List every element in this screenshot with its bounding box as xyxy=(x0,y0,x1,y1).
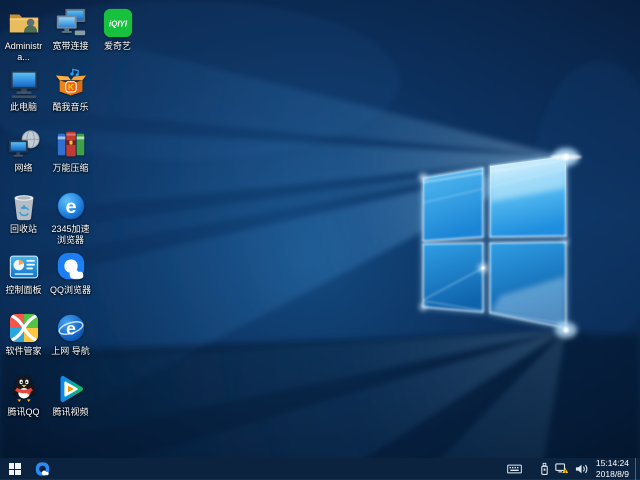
tencent-video-icon xyxy=(54,372,88,406)
recycle-bin-icon xyxy=(7,189,41,223)
show-desktop-button[interactable] xyxy=(635,458,640,480)
desktop-icon-control-panel[interactable]: 控制面板 xyxy=(0,250,47,311)
this-pc-icon xyxy=(7,67,41,101)
volume-icon[interactable] xyxy=(572,458,591,480)
desktop-icon-iqiyi[interactable]: iQIYI 爱奇艺 xyxy=(94,6,141,67)
icon-label: 2345加速浏览器 xyxy=(51,224,90,245)
icon-label: 腾讯视频 xyxy=(52,407,89,417)
icon-label: 爱奇艺 xyxy=(103,41,131,51)
control-panel-icon xyxy=(7,250,41,284)
svg-text:e: e xyxy=(66,319,76,339)
clock-date: 2018/8/9 xyxy=(595,469,629,479)
windows-logo-icon xyxy=(8,463,21,475)
desktop-icon-administrator-folder[interactable]: Administra... xyxy=(0,6,47,67)
desktop-icon-grid: Administra... 此电脑 网络 回收站 控制面板 软件管家 腾讯QQ … xyxy=(0,6,141,433)
system-tray: 15:14:24 2018/8/9 xyxy=(504,458,640,480)
icon-label: 腾讯QQ xyxy=(7,407,40,417)
web-navigation-icon: e xyxy=(54,311,88,345)
icon-label: 宽带连接 xyxy=(52,41,89,51)
iqiyi-icon: iQIYI xyxy=(101,6,135,40)
network-warning-icon[interactable] xyxy=(552,458,572,480)
icon-label: 网络 xyxy=(14,163,33,173)
icon-label: QQ浏览器 xyxy=(49,285,91,295)
icon-label: 控制面板 xyxy=(5,285,42,295)
desktop-icon-this-pc[interactable]: 此电脑 xyxy=(0,67,47,128)
desktop-icon-qq-browser[interactable]: QQ浏览器 xyxy=(47,250,94,311)
kuwo-music-icon: K xyxy=(54,67,88,101)
touch-keyboard-icon[interactable] xyxy=(504,458,525,480)
desktop-icon-broadband-connection[interactable]: 宽带连接 xyxy=(47,6,94,67)
icon-label: 酷我音乐 xyxy=(52,102,89,112)
2345-browser-icon: e xyxy=(54,189,88,223)
icon-label: Administra... xyxy=(4,41,43,62)
icon-label: 上网 导航 xyxy=(51,346,90,356)
taskbar: 15:14:24 2018/8/9 xyxy=(0,458,640,480)
desktop-icon-tencent-qq[interactable]: 腾讯QQ xyxy=(0,372,47,433)
wanneng-zip-icon xyxy=(54,128,88,162)
qq-browser-taskbar-icon xyxy=(35,461,50,476)
icon-label: 软件管家 xyxy=(5,346,42,356)
taskbar-clock[interactable]: 15:14:24 2018/8/9 xyxy=(591,458,635,480)
desktop-icon-network[interactable]: 网络 xyxy=(0,128,47,189)
usb-device-icon[interactable] xyxy=(537,458,552,480)
icon-label: 万能压缩 xyxy=(52,163,89,173)
desktop-icon-web-navigation[interactable]: e 上网 导航 xyxy=(47,311,94,372)
desktop-icon-software-manager[interactable]: 软件管家 xyxy=(0,311,47,372)
icon-label: 回收站 xyxy=(9,224,37,234)
desktop-icon-2345-browser[interactable]: e 2345加速浏览器 xyxy=(47,189,94,250)
tencent-qq-icon xyxy=(7,372,41,406)
desktop-icon-tencent-video[interactable]: 腾讯视频 xyxy=(47,372,94,433)
desktop-icon-wanneng-zip[interactable]: 万能压缩 xyxy=(47,128,94,189)
qq-browser-icon xyxy=(54,250,88,284)
desktop-icon-recycle-bin[interactable]: 回收站 xyxy=(0,189,47,250)
broadband-connection-icon xyxy=(54,6,88,40)
administrator-folder-icon xyxy=(7,6,41,40)
svg-text:K: K xyxy=(67,82,74,92)
icon-label: 此电脑 xyxy=(9,102,37,112)
taskbar-app-qq-browser[interactable] xyxy=(29,458,56,480)
clock-time: 15:14:24 xyxy=(595,457,629,468)
windows-desktop: Administra... 此电脑 网络 回收站 控制面板 软件管家 腾讯QQ … xyxy=(0,0,640,480)
svg-text:iQIYI: iQIYI xyxy=(108,20,127,29)
start-button[interactable] xyxy=(0,458,29,480)
software-manager-icon xyxy=(7,311,41,345)
network-icon xyxy=(7,128,41,162)
svg-text:e: e xyxy=(65,196,76,218)
desktop-icon-kuwo-music[interactable]: K 酷我音乐 xyxy=(47,67,94,128)
